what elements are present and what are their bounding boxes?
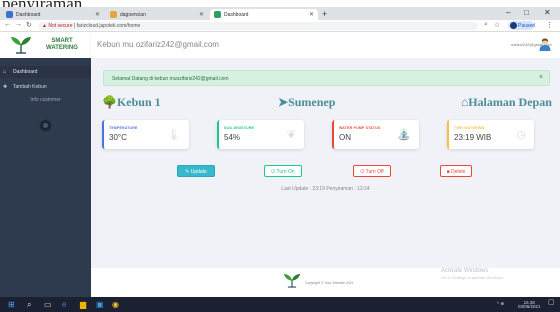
leaf-logo-icon (11, 37, 31, 54)
clock-icon: ◷ (516, 129, 526, 141)
browser-tab[interactable]: Dashboard ✕ (2, 9, 104, 20)
leaf-logo-icon (283, 273, 301, 288)
windows-start-icon[interactable]: ⊞ (8, 300, 15, 309)
store-icon[interactable]: ▣ (96, 300, 104, 309)
sidebar-toggle-button[interactable] (40, 120, 51, 131)
last-update-text: Last Update : 23:19 Penyiraman : 12:24 (281, 186, 370, 192)
maximize-icon[interactable]: □ (524, 8, 529, 17)
avatar[interactable] (539, 38, 551, 51)
pump-icon: ⛲ (397, 129, 411, 141)
temperature-card: TEMPERATURE 30°C 🌡 (102, 120, 189, 149)
url-field[interactable]: ▲ Not secure | farizcloud.japotek.com/ho… (38, 22, 478, 30)
new-tab-icon[interactable]: + (322, 9, 327, 19)
minimize-icon[interactable]: – (506, 8, 510, 17)
browser-tabbar: Dashboard ✕ dagoencian ✕ Dashboard ✕ + –… (0, 7, 560, 20)
home-link[interactable]: ⌂Halaman Depan (461, 95, 552, 110)
tab-favicon-icon (6, 11, 13, 18)
card-label: TEMPERATURE (109, 126, 138, 130)
warning-icon: ▲ (42, 23, 47, 29)
copyright-text: Copyright © Your Website 2021 (305, 281, 354, 285)
turn-off-button[interactable]: ⏻ Turn Off (353, 165, 391, 177)
browser-tab[interactable]: dagoencian ✕ (106, 9, 208, 20)
card-label: SOIL MOISTURE (224, 126, 255, 130)
sidebar-sub-label: Info customer (30, 97, 61, 103)
location-arrow-icon: ➤ (278, 95, 289, 109)
location-title: ➤Sumenep (278, 95, 336, 109)
topbar: Kebun mu ozifariz242@gmail.com ozfariz24… (91, 32, 560, 58)
card-label: TIME WATERING (454, 126, 485, 130)
tray-arrow-icon[interactable]: ^ ⊕ (497, 301, 504, 306)
home-icon: ⌂ (3, 69, 7, 75)
brand[interactable]: SMART WATERING (0, 32, 91, 58)
close-icon[interactable]: ✕ (199, 11, 204, 18)
browser-tab-active[interactable]: Dashboard ✕ (210, 9, 318, 20)
turn-on-button[interactable]: ⏻ Turn On (264, 165, 302, 177)
pump-status-card: WATER PUMP STATUS ON ⛲ (332, 120, 419, 149)
edge-icon[interactable]: e (62, 300, 66, 309)
security-label: Not secure (48, 23, 73, 29)
main-content: Selamat Datang di kebun muozifariz242@gm… (91, 58, 560, 297)
tree-icon: 🌳 (102, 95, 117, 109)
menu-icon[interactable]: ⋮ (546, 21, 553, 29)
soil-moisture-card: SOIL MOISTURE 54% ❦ (217, 120, 304, 149)
tab-favicon-icon (110, 11, 117, 18)
card-value: 54% (224, 133, 241, 142)
tab-favicon-icon (214, 11, 221, 18)
plus-icon: ✚ (3, 84, 8, 90)
task-view-icon[interactable]: ▭ (44, 300, 52, 309)
taskbar: ⊞ ⌕ ▭ e ▆ ▣ ◉ ^ ⊕ 15.38 03/06/2021 ▢ (0, 297, 560, 312)
star-icon[interactable]: ☆ (494, 21, 500, 29)
address-bar: ← → ↻ ▲ Not secure | farizcloud.japotek.… (0, 20, 560, 32)
card-value: 23:19 WIB (454, 133, 492, 142)
alert-text: Selamat Datang di kebun muozifariz242@gm… (112, 76, 229, 82)
back-icon[interactable]: ← (4, 21, 11, 28)
thermometer-icon: 🌡 (167, 129, 181, 141)
card-value: ON (339, 133, 351, 142)
plant-icon: ❦ (286, 129, 296, 141)
url-text: farizcloud.japotek.com/home (76, 23, 141, 29)
brand-name: SMART WATERING (46, 38, 78, 51)
clock[interactable]: 15.38 03/06/2021 (518, 300, 541, 309)
close-icon[interactable]: ✕ (309, 11, 314, 18)
forward-icon[interactable]: → (15, 21, 22, 28)
welcome-alert: Selamat Datang di kebun muozifariz242@gm… (103, 70, 550, 86)
profile-button[interactable]: Paused (508, 21, 535, 30)
sidebar-item-label: Tambah Kebun (13, 84, 47, 90)
close-icon[interactable]: ✕ (95, 11, 100, 18)
sidebar-item-dashboard[interactable]: ⌂ Dashboard (0, 66, 91, 78)
sidebar-item-tambah-kebun[interactable]: ✚ Tambah Kebun (0, 81, 91, 93)
sidebar: SMART WATERING ⌂ Dashboard ✚ Tambah Kebu… (0, 32, 91, 297)
reload-icon[interactable]: ↻ (26, 21, 32, 29)
tab-label: Dashboard (224, 12, 249, 18)
update-button[interactable]: ✎ Update (177, 165, 215, 177)
search-icon[interactable]: ⌕ (484, 21, 488, 29)
close-icon[interactable]: × (539, 74, 543, 81)
sidebar-item-label: Dashboard (13, 69, 38, 75)
tab-label: dagoencian (120, 12, 146, 18)
tab-label: Dashboard (16, 12, 41, 18)
page-title: Kebun mu ozifariz242@gmail.com (97, 40, 219, 49)
folder-icon[interactable]: ▆ (80, 300, 86, 309)
notification-icon[interactable]: ▢ (548, 299, 555, 306)
garden-title: 🌳Kebun 1 (102, 95, 161, 109)
time-watering-card: TIME WATERING 23:19 WIB ◷ (447, 120, 534, 149)
delete-button[interactable]: ■ Delete (440, 165, 472, 177)
chrome-icon[interactable]: ◉ (112, 300, 119, 309)
close-window-icon[interactable]: ✕ (544, 8, 551, 17)
card-value: 30°C (109, 133, 127, 142)
card-label: WATER PUMP STATUS (339, 126, 381, 130)
activate-windows-watermark: Activate Windows Go to Settings to activ… (441, 268, 505, 280)
search-icon[interactable]: ⌕ (27, 300, 31, 310)
